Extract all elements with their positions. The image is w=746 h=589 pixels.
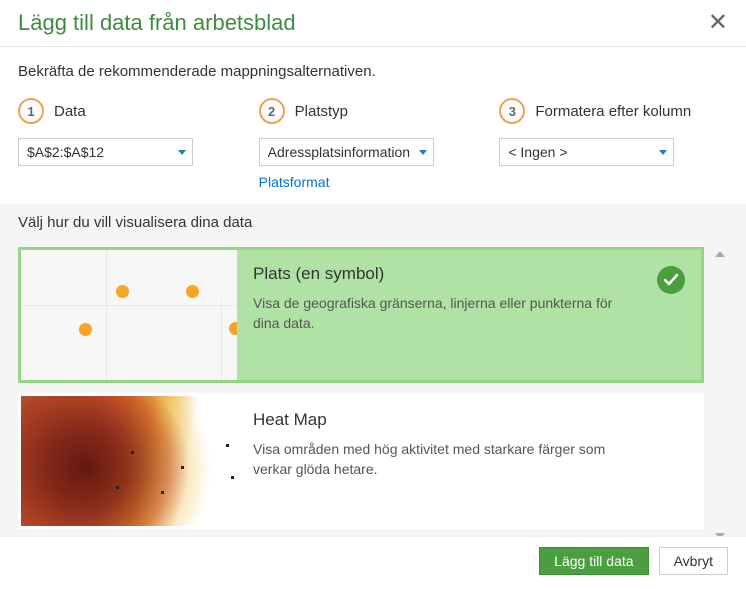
- viz-option-title: Heat Map: [253, 410, 641, 430]
- scrollbar[interactable]: [712, 247, 728, 543]
- viz-thumb-heatmap: [21, 396, 237, 526]
- add-data-button[interactable]: Lägg till data: [539, 547, 648, 575]
- step-number-3: 3: [499, 98, 525, 124]
- dialog-subtitle: Bekräfta de rekommenderade mappningsalte…: [18, 63, 728, 80]
- format-column-select[interactable]: < Ingen >: [499, 138, 674, 166]
- format-column-select-value: < Ingen >: [508, 144, 567, 160]
- chevron-down-icon: [659, 150, 667, 155]
- scroll-up-icon[interactable]: [715, 251, 725, 257]
- location-type-select[interactable]: Adressplatsinformation: [259, 138, 434, 166]
- dialog-title: Lägg till data från arbetsblad: [18, 10, 296, 36]
- step-data: 1 Data $A$2:$A$12: [18, 98, 247, 190]
- step-format-column: 3 Formatera efter kolumn < Ingen >: [499, 98, 728, 190]
- step-location-type: 2 Platstyp Adressplatsinformation Platsf…: [259, 98, 488, 190]
- step-label-location-type: Platstyp: [295, 103, 348, 120]
- viz-thumb-points: [21, 250, 237, 380]
- visualize-section-label: Välj hur du vill visualisera dina data: [0, 204, 746, 241]
- chevron-down-icon: [178, 150, 186, 155]
- location-format-link[interactable]: Platsformat: [259, 174, 488, 190]
- location-type-select-value: Adressplatsinformation: [268, 144, 410, 160]
- viz-option-title: Plats (en symbol): [253, 264, 641, 284]
- viz-option-heatmap[interactable]: Heat Map Visa områden med hög aktivitet …: [18, 393, 704, 529]
- viz-option-desc: Visa områden med hög aktivitet med stark…: [253, 440, 641, 479]
- viz-option-points[interactable]: Plats (en symbol) Visa de geografiska gr…: [18, 247, 704, 383]
- step-number-2: 2: [259, 98, 285, 124]
- data-select-value: $A$2:$A$12: [27, 144, 104, 160]
- step-number-1: 1: [18, 98, 44, 124]
- close-icon[interactable]: ✕: [708, 11, 728, 35]
- cancel-button[interactable]: Avbryt: [659, 547, 728, 575]
- chevron-down-icon: [419, 150, 427, 155]
- step-label-format-column: Formatera efter kolumn: [535, 103, 691, 120]
- step-label-data: Data: [54, 103, 86, 120]
- viz-option-desc: Visa de geografiska gränserna, linjerna …: [253, 294, 641, 333]
- selected-check-icon: [657, 266, 685, 294]
- data-select[interactable]: $A$2:$A$12: [18, 138, 193, 166]
